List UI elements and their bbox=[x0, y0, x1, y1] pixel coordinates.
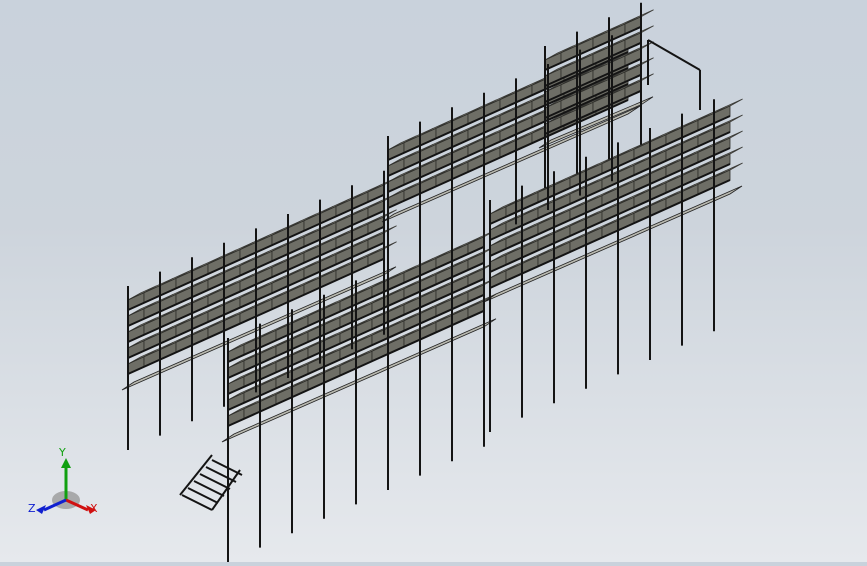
shelf-beam bbox=[387, 67, 629, 177]
axis-triad: Y X Z bbox=[28, 446, 104, 524]
stair-stringer bbox=[179, 454, 213, 496]
guard-rail bbox=[647, 39, 701, 71]
x-axis-label: X bbox=[90, 502, 98, 515]
y-axis-label: Y bbox=[59, 446, 66, 459]
rack-assembly-model[interactable] bbox=[0, 0, 867, 562]
y-axis-head bbox=[61, 458, 71, 468]
3d-viewport[interactable] bbox=[0, 0, 867, 562]
z-axis-label: Z bbox=[28, 502, 36, 515]
